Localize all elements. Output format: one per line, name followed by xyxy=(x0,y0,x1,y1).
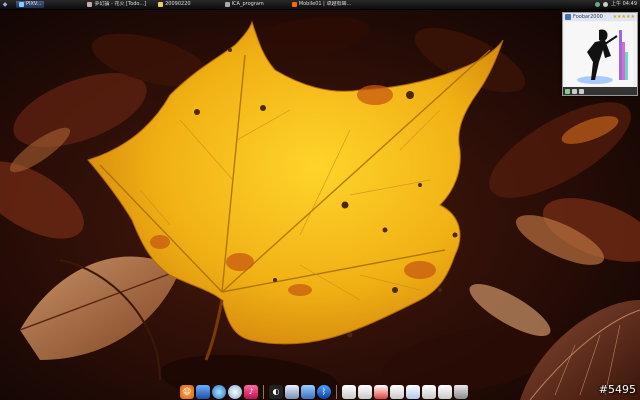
taskbar-button-ica[interactable]: ICA_program xyxy=(222,1,267,8)
folder-icon xyxy=(158,2,164,7)
playback-controls xyxy=(563,87,637,95)
trash-icon[interactable] xyxy=(454,385,468,399)
document-icon[interactable] xyxy=(390,385,404,399)
taskbar: ◆ PIXV... 夢幻論 - 花火 [Todo...] 20090220 IC… xyxy=(0,0,640,10)
dock: ☺ ♪ ◐ ᛒ xyxy=(180,381,468,399)
music-icon[interactable]: ♪ xyxy=(244,385,258,399)
taskbar-button-mobile01[interactable]: Mobile01 | 卓越有聲... xyxy=(289,1,354,8)
windows-orb-icon: ◆ xyxy=(2,1,8,8)
finder-icon[interactable]: ☺ xyxy=(180,385,194,399)
pacman-icon[interactable]: ◐ xyxy=(269,385,283,399)
document-icon[interactable] xyxy=(358,385,372,399)
bluetooth-icon[interactable]: ᛒ xyxy=(317,385,331,399)
widget-title-bar: Foobar2000 ★★★★★ xyxy=(563,13,637,21)
widget-title: Foobar2000 xyxy=(573,14,603,20)
monitor-icon[interactable] xyxy=(196,385,210,399)
taskbar-button-todo[interactable]: 夢幻論 - 花火 [Todo...] xyxy=(84,1,149,8)
next-icon[interactable] xyxy=(579,88,584,94)
app-icon xyxy=(19,2,24,7)
document-icon[interactable] xyxy=(438,385,452,399)
album-art xyxy=(565,22,633,86)
document-icon[interactable] xyxy=(406,385,420,399)
globe-icon[interactable] xyxy=(212,385,226,399)
watermark-counter: #5495 xyxy=(598,383,636,396)
tray-clock[interactable]: 上午 04:49 xyxy=(611,0,637,9)
pdf-icon[interactable] xyxy=(374,385,388,399)
document-icon[interactable] xyxy=(422,385,436,399)
safari-icon[interactable] xyxy=(228,385,242,399)
desktop-wallpaper xyxy=(0,0,640,400)
volume-tray-icon[interactable] xyxy=(603,2,608,7)
app-icon xyxy=(224,2,230,7)
system-tray: 上午 04:49 xyxy=(595,0,637,9)
dock-separator xyxy=(336,385,337,399)
desktop: ◆ PIXV... 夢幻論 - 花火 [Todo...] 20090220 IC… xyxy=(0,0,640,400)
media-player-widget[interactable]: Foobar2000 ★★★★★ xyxy=(562,12,638,96)
taskbar-button-folder[interactable]: 20090220 xyxy=(155,1,193,8)
network-icon[interactable] xyxy=(301,385,315,399)
network-tray-icon[interactable] xyxy=(595,2,600,7)
start-button[interactable]: ◆ xyxy=(0,0,10,9)
rating-stars[interactable]: ★★★★★ xyxy=(613,13,635,21)
document-icon[interactable] xyxy=(342,385,356,399)
stop-icon[interactable] xyxy=(572,88,577,94)
photo-icon[interactable] xyxy=(285,385,299,399)
app-icon xyxy=(87,2,93,7)
taskbar-button-pixv[interactable]: PIXV... xyxy=(16,1,45,8)
browser-icon xyxy=(291,2,297,7)
play-icon[interactable] xyxy=(565,88,570,94)
dock-separator xyxy=(263,385,264,399)
